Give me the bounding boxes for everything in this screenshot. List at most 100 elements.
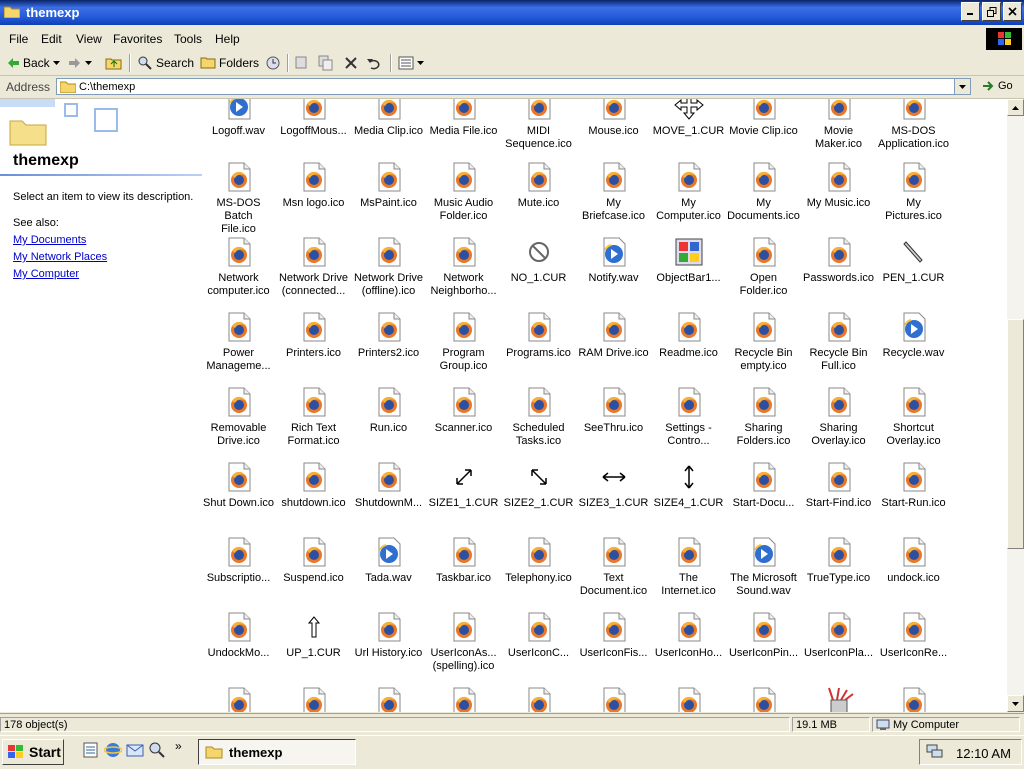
file-item[interactable]: Start-Run.ico [876, 461, 951, 510]
address-dropdown-button[interactable] [954, 79, 970, 94]
file-item[interactable]: Shut Down.ico [201, 461, 276, 510]
file-item[interactable]: SeeThru.ico [576, 386, 651, 435]
file-item[interactable]: Programs.ico [501, 311, 576, 360]
file-item[interactable]: PEN_1.CUR [876, 236, 951, 285]
start-button[interactable]: Start [2, 739, 64, 765]
file-item[interactable] [726, 686, 801, 712]
file-item[interactable]: Scanner.ico [426, 386, 501, 435]
file-item[interactable] [201, 686, 276, 712]
file-item[interactable]: MIDI Sequence.ico [501, 99, 576, 151]
file-item[interactable]: Mouse.ico [576, 99, 651, 138]
file-item[interactable]: Start-Find.ico [801, 461, 876, 510]
file-item[interactable]: Taskbar.ico [426, 536, 501, 585]
file-item[interactable]: Shortcut Overlay.ico [876, 386, 951, 448]
file-item[interactable]: The Microsoft Sound.wav [726, 536, 801, 598]
file-item[interactable]: Recycle.wav [876, 311, 951, 360]
forward-button[interactable] [68, 54, 92, 72]
file-item[interactable]: Settings - Contro... [651, 386, 726, 448]
file-item[interactable]: Suspend.ico [276, 536, 351, 585]
file-item[interactable]: Sharing Overlay.ico [801, 386, 876, 448]
menu-help[interactable]: Help [215, 32, 240, 46]
file-item[interactable]: Url History.ico [351, 611, 426, 660]
file-item[interactable]: Network Drive (connected... [276, 236, 351, 298]
file-item[interactable]: shutdown.ico [276, 461, 351, 510]
file-item[interactable]: SIZE1_1.CUR [426, 461, 501, 510]
file-item[interactable]: Text Document.ico [576, 536, 651, 598]
file-item[interactable]: Msn logo.ico [276, 161, 351, 210]
file-item[interactable]: Printers.ico [276, 311, 351, 360]
back-button[interactable]: Back [6, 54, 60, 72]
file-item[interactable]: The Internet.ico [651, 536, 726, 598]
file-item[interactable]: Recycle Bin empty.ico [726, 311, 801, 373]
folders-button[interactable]: Folders [200, 54, 259, 72]
file-item[interactable]: MS-DOS Application.ico [876, 99, 951, 151]
file-item[interactable]: MS-DOS Batch File.ico [201, 161, 276, 236]
scroll-down-button[interactable] [1007, 695, 1024, 712]
file-item[interactable] [651, 686, 726, 712]
file-item[interactable]: UserIconC... [501, 611, 576, 660]
file-item[interactable]: UP_1.CUR [276, 611, 351, 660]
file-item[interactable]: undock.ico [876, 536, 951, 585]
file-item[interactable]: UserIconPla... [801, 611, 876, 660]
file-item[interactable]: Network computer.ico [201, 236, 276, 298]
file-item[interactable] [276, 686, 351, 712]
file-item[interactable] [876, 686, 951, 712]
file-item[interactable]: SIZE3_1.CUR [576, 461, 651, 510]
menu-view[interactable]: View [76, 32, 102, 46]
history-button[interactable] [264, 54, 282, 72]
file-item[interactable]: Passwords.ico [801, 236, 876, 285]
file-item[interactable]: Printers2.ico [351, 311, 426, 360]
file-item[interactable]: Mute.ico [501, 161, 576, 210]
file-item[interactable]: MOVE_1.CUR [651, 99, 726, 138]
file-item[interactable]: UserIconPin... [726, 611, 801, 660]
file-item[interactable]: UserIconAs... (spelling).ico [426, 611, 501, 673]
file-item[interactable]: Tada.wav [351, 536, 426, 585]
file-item[interactable]: MsPaint.ico [351, 161, 426, 210]
file-item[interactable]: NO_1.CUR [501, 236, 576, 285]
menu-tools[interactable]: Tools [174, 32, 202, 46]
file-item[interactable]: ShutdownM... [351, 461, 426, 510]
file-item[interactable] [801, 686, 876, 712]
clock[interactable]: 12:10 AM [956, 746, 1011, 761]
link-my-computer[interactable]: My Computer [13, 268, 79, 280]
file-item[interactable]: ObjectBar1... [651, 236, 726, 285]
quicklaunch-notepad-icon[interactable] [82, 741, 100, 762]
menu-edit[interactable]: Edit [41, 32, 62, 46]
file-item[interactable]: My Briefcase.ico [576, 161, 651, 223]
taskbar-button-themexp[interactable]: themexp [198, 739, 356, 765]
title-bar[interactable]: themexp [0, 0, 1024, 25]
copy-to-button[interactable] [318, 54, 334, 72]
file-item[interactable]: Logoff.wav [201, 99, 276, 138]
quicklaunch-outlook-icon[interactable] [126, 741, 144, 762]
file-item[interactable]: Recycle Bin Full.ico [801, 311, 876, 373]
file-item[interactable]: TrueType.ico [801, 536, 876, 585]
quicklaunch-internet-explorer-icon[interactable] [103, 741, 123, 762]
undo-button[interactable] [366, 54, 382, 72]
quicklaunch-more-chevron-icon[interactable]: » [175, 739, 182, 753]
file-item[interactable]: Open Folder.ico [726, 236, 801, 298]
file-item[interactable]: My Documents.ico [726, 161, 801, 223]
file-item[interactable]: Movie Clip.ico [726, 99, 801, 138]
vertical-scrollbar[interactable] [1007, 99, 1024, 712]
file-item[interactable] [576, 686, 651, 712]
file-item[interactable]: SIZE4_1.CUR [651, 461, 726, 510]
quicklaunch-search-icon[interactable] [148, 741, 166, 762]
views-button[interactable] [398, 54, 424, 72]
file-item[interactable]: UserIconHo... [651, 611, 726, 660]
close-button[interactable] [1003, 2, 1022, 21]
file-item[interactable]: Media Clip.ico [351, 99, 426, 138]
move-to-button[interactable] [294, 54, 310, 72]
file-item[interactable]: Network Neighborho... [426, 236, 501, 298]
file-item[interactable]: Scheduled Tasks.ico [501, 386, 576, 448]
file-item[interactable]: Run.ico [351, 386, 426, 435]
file-item[interactable]: My Pictures.ico [876, 161, 951, 223]
file-item[interactable]: UserIconRe... [876, 611, 951, 660]
file-item[interactable]: UndockMo... [201, 611, 276, 660]
menu-favorites[interactable]: Favorites [113, 32, 162, 46]
network-connection-icon[interactable] [926, 743, 944, 762]
file-item[interactable]: Music Audio Folder.ico [426, 161, 501, 223]
menu-file[interactable]: File [9, 32, 28, 46]
file-item[interactable]: My Music.ico [801, 161, 876, 210]
file-item[interactable]: Start-Docu... [726, 461, 801, 510]
go-button[interactable]: Go [980, 79, 1013, 93]
